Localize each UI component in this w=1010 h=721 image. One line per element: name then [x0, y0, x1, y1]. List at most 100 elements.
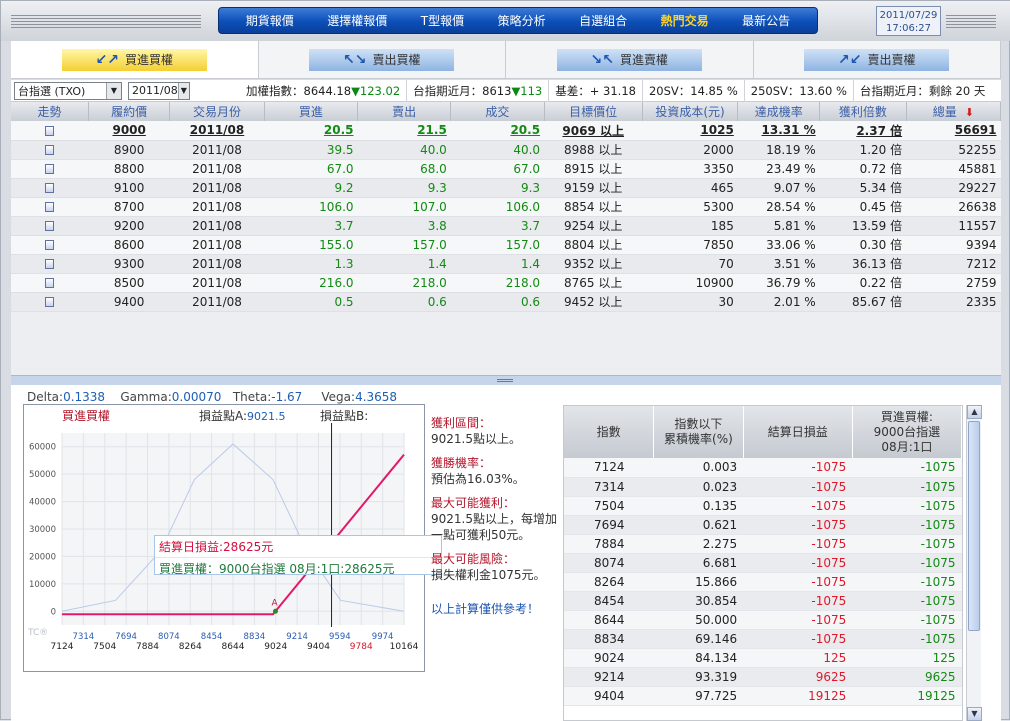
- pl-table-cell: -1075: [852, 534, 962, 554]
- nav-item-1[interactable]: 選擇權報價: [327, 12, 387, 29]
- column-header-2[interactable]: 交易月份: [169, 102, 265, 121]
- x-tick-label: 9784: [350, 642, 373, 652]
- chart-icon[interactable]: [45, 125, 55, 136]
- column-header-8[interactable]: 達成機率: [737, 102, 821, 121]
- column-header-3[interactable]: 買進: [264, 102, 359, 121]
- pl-scrollbar[interactable]: ▲ ▼: [966, 405, 982, 721]
- strategy-tab-0[interactable]: ↙↗ 買進買權: [11, 41, 259, 78]
- chart-icon[interactable]: [45, 221, 55, 231]
- basis: 基差：+ 31.18: [549, 79, 643, 102]
- column-header-5[interactable]: 成交: [450, 102, 545, 121]
- nav-item-6[interactable]: 最新公告: [742, 12, 790, 29]
- pl-table-cell: 125: [852, 648, 962, 668]
- chart-icon[interactable]: [45, 183, 55, 193]
- sort-desc-icon[interactable]: ⬇: [965, 106, 974, 119]
- trend-cell[interactable]: [11, 121, 89, 141]
- pl-table-row: 7124 0.003 -1075 -1075: [564, 458, 962, 478]
- pl-table-cell: -1075: [852, 572, 962, 592]
- chart-title: 買進買權: [62, 409, 111, 423]
- table-cell: 9000: [88, 121, 170, 141]
- table-cell: 3.51 %: [737, 254, 820, 274]
- nav-item-3[interactable]: 策略分析: [498, 12, 546, 29]
- splitter-handle-icon[interactable]: [497, 379, 513, 382]
- month-select[interactable]: 2011/08 ▼: [128, 81, 190, 100]
- table-cell: 2000: [642, 140, 738, 160]
- table-cell: 8765 以上: [544, 273, 643, 293]
- trend-cell[interactable]: [11, 140, 89, 160]
- table-cell: 106.0: [450, 197, 545, 217]
- table-cell: 36.79 %: [737, 273, 820, 293]
- pl-table-cell: -1075: [743, 477, 853, 497]
- trend-cell[interactable]: [11, 159, 89, 179]
- x-tick-label: 7124: [51, 642, 74, 652]
- column-header-6[interactable]: 目標價位: [544, 102, 643, 121]
- chart-icon[interactable]: [45, 202, 55, 212]
- trend-cell[interactable]: [11, 254, 89, 274]
- scroll-down-icon[interactable]: ▼: [967, 707, 982, 721]
- x-tick-label: 9024: [264, 642, 287, 652]
- table-row[interactable]: 9000 2011/08 20.5 21.5 20.5 9069 以上 1025 13.31 …: [11, 121, 1001, 141]
- column-header-1[interactable]: 履約價: [88, 102, 171, 121]
- pl-table: 指數 指數以下 累積機率(%) 結算日損益 買進買權: 9000台指選 08月:1口 …: [564, 406, 962, 706]
- product-select[interactable]: 台指選 (TXO) ▼: [14, 81, 122, 100]
- scroll-thumb[interactable]: [968, 421, 980, 631]
- nav-item-5[interactable]: 熱門交易: [661, 12, 709, 29]
- table-cell: 5300: [642, 197, 738, 217]
- table-row[interactable]: 8900 2011/08 39.5 40.0 40.0 8988 以上 2000 18.19 …: [11, 140, 1001, 160]
- chart-icon[interactable]: [45, 259, 55, 269]
- tooltip-line-1: 結算日損益:28625元: [155, 536, 441, 558]
- chart-icon[interactable]: [45, 278, 55, 288]
- watermark-logo: TC®: [27, 628, 48, 638]
- summary-heading: 獲利區間：: [431, 416, 492, 430]
- table-row[interactable]: 8600 2011/08 155.0 157.0 157.0 8804 以上 7850 33.…: [11, 235, 1001, 255]
- strategy-tab-3[interactable]: ↗↙ 賣出賣權: [753, 41, 1001, 78]
- table-row[interactable]: 9400 2011/08 0.5 0.6 0.6 9452 以上 30 2.01 % 85.67…: [11, 292, 1001, 312]
- trend-cell[interactable]: [11, 178, 89, 198]
- column-header-7[interactable]: 投資成本(元): [642, 102, 739, 121]
- strategy-tab-1[interactable]: ↖↘ 賣出買權: [258, 41, 506, 78]
- trend-cell[interactable]: [11, 273, 89, 293]
- table-row[interactable]: 9100 2011/08 9.2 9.3 9.3 9159 以上 465 9.07 % 5.34…: [11, 178, 1001, 198]
- nav-item-0[interactable]: 期貨報價: [246, 12, 294, 29]
- y-tick-label: 0: [51, 607, 56, 617]
- column-header-label: 走勢: [37, 105, 62, 119]
- near-month: 台指期近月：8613▼113: [407, 79, 550, 102]
- strategy-tab-pill[interactable]: ↖↘ 賣出買權: [309, 48, 455, 71]
- chart-icon[interactable]: [45, 240, 55, 250]
- strategy-tab-pill[interactable]: ↙↗ 買進買權: [61, 48, 207, 71]
- table-row[interactable]: 8800 2011/08 67.0 68.0 67.0 8915 以上 3350 23.49 …: [11, 159, 1001, 179]
- chevron-down-icon[interactable]: ▼: [106, 82, 121, 99]
- strategy-tab-2[interactable]: ↘↖ 買進賣權: [506, 41, 754, 78]
- chart-icon[interactable]: [45, 145, 55, 155]
- chart-icon[interactable]: [45, 297, 55, 307]
- trend-cell[interactable]: [11, 197, 89, 217]
- table-row[interactable]: 9300 2011/08 1.3 1.4 1.4 9352 以上 70 3.51 % 36.13…: [11, 254, 1001, 274]
- chart-icon[interactable]: [45, 164, 55, 174]
- chevron-down-icon[interactable]: ▼: [177, 82, 189, 99]
- payoff-chart[interactable]: 60000 50000 40000 30000 20000 10000 0 A 7124 7504…: [23, 404, 442, 672]
- table-row[interactable]: 8700 2011/08 106.0 107.0 106.0 8854 以上 5300 28.…: [11, 197, 1001, 217]
- column-header-9[interactable]: 獲利倍數: [819, 102, 907, 121]
- x-tick-label: 10164: [390, 642, 419, 652]
- nav-item-4[interactable]: 自選組合: [579, 12, 627, 29]
- column-header-10[interactable]: 總量 ⬇: [906, 102, 1001, 121]
- pl-table-cell: -1075: [743, 515, 853, 535]
- table-cell: 9200: [88, 216, 170, 236]
- nav-item-2[interactable]: T型報價: [421, 12, 464, 29]
- table-row[interactable]: 8500 2011/08 216.0 218.0 218.0 8765 以上 10900 36…: [11, 273, 1001, 293]
- scroll-up-icon[interactable]: ▲: [967, 405, 982, 419]
- strategy-tab-pill[interactable]: ↘↖ 買進賣權: [556, 48, 702, 71]
- table-cell: 9352 以上: [544, 254, 643, 274]
- column-header-4[interactable]: 賣出: [357, 102, 452, 121]
- table-cell: 107.0: [357, 197, 451, 217]
- panel-splitter[interactable]: [11, 375, 1001, 385]
- table-row[interactable]: 9200 2011/08 3.7 3.8 3.7 9254 以上 185 5.81 % 13.5…: [11, 216, 1001, 236]
- x-tick-label: 9404: [307, 642, 330, 652]
- table-cell: 8600: [88, 235, 170, 255]
- table-cell: 9400: [88, 292, 170, 312]
- trend-cell[interactable]: [11, 216, 89, 236]
- trend-cell[interactable]: [11, 235, 89, 255]
- column-header-0[interactable]: 走勢: [11, 102, 90, 121]
- trend-cell[interactable]: [11, 292, 89, 312]
- strategy-tab-pill[interactable]: ↗↙ 賣出賣權: [804, 48, 950, 71]
